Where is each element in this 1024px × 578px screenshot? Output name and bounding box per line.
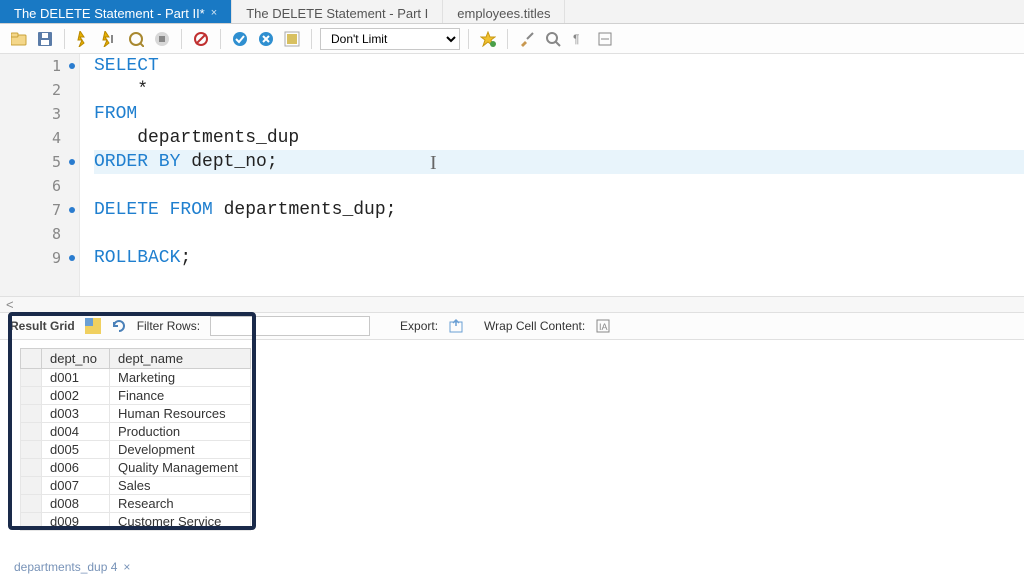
table-row[interactable]: d007Sales [21, 477, 251, 495]
editor-tabs: The DELETE Statement - Part II* × The DE… [0, 0, 1024, 24]
separator [181, 29, 182, 49]
filter-rows-input[interactable] [210, 316, 370, 336]
stop-button[interactable] [151, 28, 173, 50]
separator [220, 29, 221, 49]
show-invisible-button[interactable]: ¶ [568, 28, 590, 50]
sql-toolbar: Don't Limit ¶ [0, 24, 1024, 54]
text-cursor-icon: I [430, 152, 437, 175]
save-button[interactable] [34, 28, 56, 50]
table-row[interactable]: d003Human Resources [21, 405, 251, 423]
tab-label: The DELETE Statement - Part I [246, 6, 428, 21]
result-tab-label: departments_dup 4 [14, 560, 117, 574]
result-grid-panel: dept_nodept_named001Marketingd002Finance… [0, 340, 1024, 531]
open-file-button[interactable] [8, 28, 30, 50]
table-row[interactable]: d001Marketing [21, 369, 251, 387]
column-header[interactable]: dept_name [110, 349, 251, 369]
wrap-cell-label: Wrap Cell Content: [484, 319, 585, 333]
wrap-cell-icon[interactable]: IA [595, 318, 611, 334]
beautify-button[interactable] [516, 28, 538, 50]
result-toolbar: Result Grid Filter Rows: Export: Wrap Ce… [0, 312, 1024, 340]
code-area[interactable]: SELECT *FROM departments_dupORDER BY dep… [80, 54, 1024, 296]
table-row[interactable]: d002Finance [21, 387, 251, 405]
column-header[interactable]: dept_no [42, 349, 110, 369]
filter-rows-label: Filter Rows: [137, 319, 200, 333]
separator [64, 29, 65, 49]
close-icon[interactable]: × [123, 560, 130, 574]
grid-view-icon[interactable] [85, 318, 101, 334]
find-button[interactable] [542, 28, 564, 50]
line-gutter: 123456789 [0, 54, 80, 296]
rollback-button[interactable] [255, 28, 277, 50]
result-tab[interactable]: departments_dup 4 × [14, 560, 130, 574]
refresh-icon[interactable] [111, 318, 127, 334]
svg-text:IA: IA [599, 322, 608, 332]
separator [507, 29, 508, 49]
tab-label: The DELETE Statement - Part II* [14, 6, 205, 21]
table-row[interactable]: d009Customer Service [21, 513, 251, 531]
separator [468, 29, 469, 49]
toggle-autocommit-button[interactable] [281, 28, 303, 50]
result-grid[interactable]: dept_nodept_named001Marketingd002Finance… [20, 348, 251, 531]
table-row[interactable]: d008Research [21, 495, 251, 513]
separator [311, 29, 312, 49]
tab-label: employees.titles [457, 6, 550, 21]
no-autocommit-button[interactable] [190, 28, 212, 50]
result-grid-label: Result Grid [10, 319, 75, 333]
tab-employees-titles[interactable]: employees.titles [443, 0, 565, 23]
table-row[interactable]: d006Quality Management [21, 459, 251, 477]
execute-button[interactable] [73, 28, 95, 50]
table-row[interactable]: d004Production [21, 423, 251, 441]
commit-button[interactable] [229, 28, 251, 50]
table-row[interactable]: d005Development [21, 441, 251, 459]
execute-current-button[interactable] [99, 28, 121, 50]
wrap-button[interactable] [594, 28, 616, 50]
close-icon[interactable]: × [211, 7, 217, 19]
tab-delete-part-1[interactable]: The DELETE Statement - Part I [232, 0, 443, 23]
sql-editor[interactable]: 123456789 SELECT *FROM departments_dupOR… [0, 54, 1024, 296]
limit-rows-select[interactable]: Don't Limit [320, 28, 460, 50]
export-label: Export: [400, 319, 438, 333]
svg-text:¶: ¶ [573, 32, 579, 46]
tab-delete-part-2[interactable]: The DELETE Statement - Part II* × [0, 0, 232, 23]
favorite-button[interactable] [477, 28, 499, 50]
horizontal-scrollbar[interactable]: < [0, 296, 1024, 312]
explain-button[interactable] [125, 28, 147, 50]
export-icon[interactable] [448, 318, 464, 334]
